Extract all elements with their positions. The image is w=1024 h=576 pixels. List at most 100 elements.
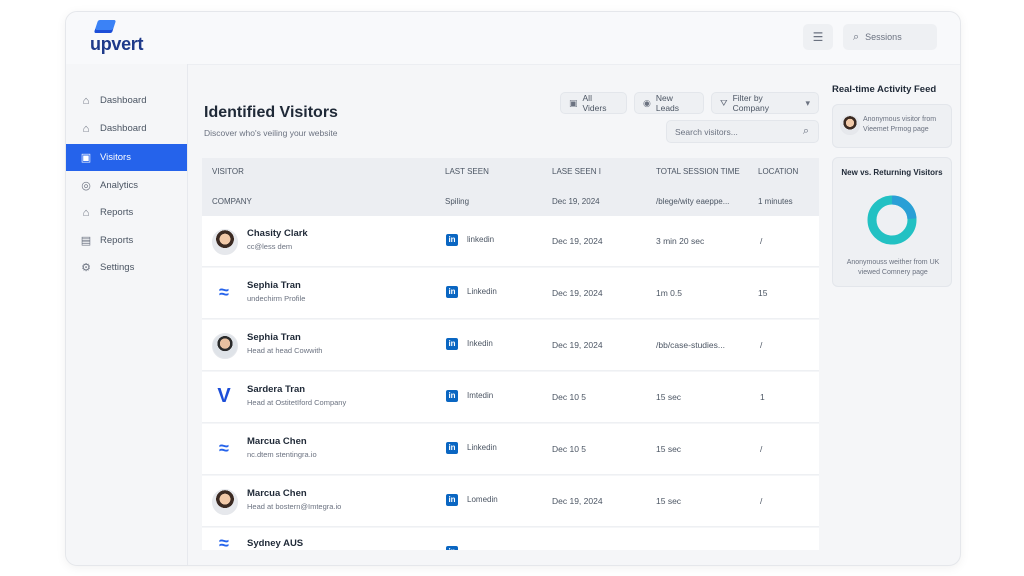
menu-toggle-button[interactable]: ☰ (803, 24, 833, 50)
session-time: 15 sec (656, 444, 682, 454)
session-time: /bb/case-studies... (656, 340, 725, 350)
sidebar-item-analytics[interactable]: ◎ Analytics (66, 172, 187, 199)
table-row[interactable]: Chasity Clark cc@less dem in linkedin De… (202, 216, 819, 267)
all-visitors-filter[interactable]: ▣ All Viders (560, 92, 627, 114)
table-row[interactable]: Sephia Tran Head at head Cowwith in Inke… (202, 320, 819, 371)
visitor-name: Sydney AUS (247, 538, 304, 549)
source-text: Imtedin (467, 391, 494, 400)
visitor-name: Sephia Tran (247, 332, 301, 343)
visitor-detail: undechirm Profile (247, 294, 306, 303)
activity-feed-title: Real-time Activity Feed (832, 84, 937, 95)
sidebar-item-label: Dashboard (100, 95, 147, 106)
visitor-name: Marcua Chen (247, 436, 307, 447)
table-row[interactable]: V Sardera Tran Head at OstitetIford Comp… (202, 372, 819, 423)
table-row[interactable]: ≈ Sydney AUS in (202, 528, 819, 550)
search-input[interactable] (675, 125, 795, 139)
sidebar-item-reports-2[interactable]: ▤ Reports (66, 227, 187, 254)
wave-logo-icon: ≈ (219, 282, 229, 302)
column-header[interactable]: LAST SEEN (445, 167, 489, 176)
top-bar: upvert ☰ ⌕ Sessions (66, 12, 960, 65)
session-time: 1m 0.5 (656, 288, 682, 298)
table-row[interactable]: ≈ Marcua Chen nc.dtem stentingra.io in L… (202, 424, 819, 475)
visitor-detail: cc@less dem (247, 242, 293, 251)
filter-label: Filter by Company (732, 93, 769, 113)
filter-by-company-dropdown[interactable]: ⛛ Filter by Company ▾ (711, 92, 819, 114)
visitor-detail: Head at bostern@Imtegra.io (247, 502, 342, 511)
sessions-search-button[interactable]: ⌕ Sessions (843, 24, 937, 50)
activity-text: Anonymous visitor from Vieemet Prmog pag… (863, 116, 937, 133)
home-icon: ⌂ (82, 206, 90, 219)
column-header[interactable]: VISITOR (212, 167, 244, 176)
visitor-name: Marcua Chen (247, 488, 307, 499)
session-time: 15 sec (656, 496, 682, 506)
location: 15 (758, 288, 768, 298)
activity-item[interactable]: Anonymous visitor from Vieemet Prmog pag… (832, 104, 952, 148)
avatar (212, 489, 238, 515)
search-icon[interactable]: ⌕ (803, 125, 809, 138)
analytics-icon: ◎ (81, 180, 91, 192)
source-text: Lomedin (467, 495, 498, 504)
app-window: upvert ☰ ⌕ Sessions ⌂ Dashboard ⌂ Dashbo… (65, 11, 961, 566)
linkedin-icon: in (446, 390, 458, 402)
sidebar-item-label: Reports (100, 207, 134, 218)
sidebar-item-label: Analytics (100, 180, 139, 191)
filter-icon: ⛛ (720, 97, 728, 108)
table-row[interactable]: Marcua Chen Head at bostern@Imtegra.io i… (202, 476, 819, 527)
sidebar-item-label: Dashboard (100, 123, 147, 134)
new-leads-filter[interactable]: ◉ New Leads (634, 92, 704, 114)
last-seen-date: Dec 10 5 (552, 444, 587, 454)
linkedin-icon: in (446, 494, 458, 506)
column-header[interactable]: TOTAL SESSION TIME (656, 167, 740, 176)
column-header[interactable]: LASE SEEN I (552, 167, 601, 176)
avatar (212, 333, 238, 359)
sidebar: ⌂ Dashboard ⌂ Dashboard ▣ Visitors ◎ Ana… (66, 64, 188, 565)
visitor-detail: Head at head Cowwith (247, 346, 323, 355)
last-seen-date: Dec 19, 2024 (552, 288, 603, 298)
home-icon: ⌂ (82, 122, 90, 135)
location: / (760, 236, 763, 246)
avatar (840, 115, 860, 135)
visitors-table: VISITOR LAST SEEN LASE SEEN I TOTAL SESS… (202, 158, 819, 550)
location: 1 (760, 392, 765, 402)
page-subtitle: Discover who's veiling your website (204, 128, 338, 138)
column-subheader: COMPANY (212, 197, 252, 206)
column-subheader: 1 minutes (758, 197, 793, 206)
sidebar-item-dashboard-2[interactable]: ⌂ Dashboard (66, 115, 187, 142)
table-header: VISITOR LAST SEEN LASE SEEN I TOTAL SESS… (202, 158, 819, 216)
sidebar-item-dashboard[interactable]: ⌂ Dashboard (66, 87, 187, 114)
search-visitors: ⌕ (666, 120, 819, 143)
visitor-name: Sephia Tran (247, 280, 301, 291)
page-title: Identified Visitors (204, 104, 338, 121)
sessions-label: Sessions (865, 32, 902, 42)
column-subheader: Dec 19, 2024 (552, 197, 600, 206)
session-time: 15 sec (656, 392, 682, 402)
avatar (212, 229, 238, 255)
column-subheader: /blege/wity eaeppe... (656, 197, 730, 206)
location: / (760, 340, 763, 350)
users-icon: ▣ (569, 97, 578, 108)
last-seen-date: Dec 19, 2024 (552, 236, 603, 246)
table-row[interactable]: ≈ Sephia Tran undechirm Profile in Linke… (202, 268, 819, 319)
visitor-name: Chasity Clark (247, 228, 308, 239)
source-text: Inkedin (467, 339, 493, 348)
home-icon: ⌂ (82, 94, 90, 107)
sidebar-item-settings[interactable]: ⚙ Settings (66, 254, 187, 281)
visitor-detail: Head at OstitetIford Company (247, 398, 347, 407)
list-icon: ☰ (812, 30, 824, 44)
sidebar-item-reports[interactable]: ⌂ Reports (66, 199, 187, 226)
donut-caption: Anonymouss weither from UK viewed Comner… (846, 259, 940, 276)
column-header[interactable]: LOCATION (758, 167, 798, 176)
session-time: 3 min 20 sec (656, 236, 705, 246)
location: / (760, 444, 763, 454)
target-icon: ◉ (643, 97, 651, 108)
visitor-detail: nc.dtem stentingra.io (247, 450, 317, 459)
wave-logo-icon: ≈ (219, 438, 229, 458)
gear-icon: ⚙ (81, 262, 91, 274)
linkedin-icon: in (446, 286, 458, 298)
source-text: Linkedin (467, 287, 497, 296)
sidebar-item-label: Settings (100, 262, 135, 273)
linkedin-icon: in (446, 546, 458, 550)
logo-mark (93, 20, 117, 33)
sidebar-item-visitors[interactable]: ▣ Visitors (66, 144, 187, 171)
last-seen-date: Dec 19, 2024 (552, 340, 603, 350)
